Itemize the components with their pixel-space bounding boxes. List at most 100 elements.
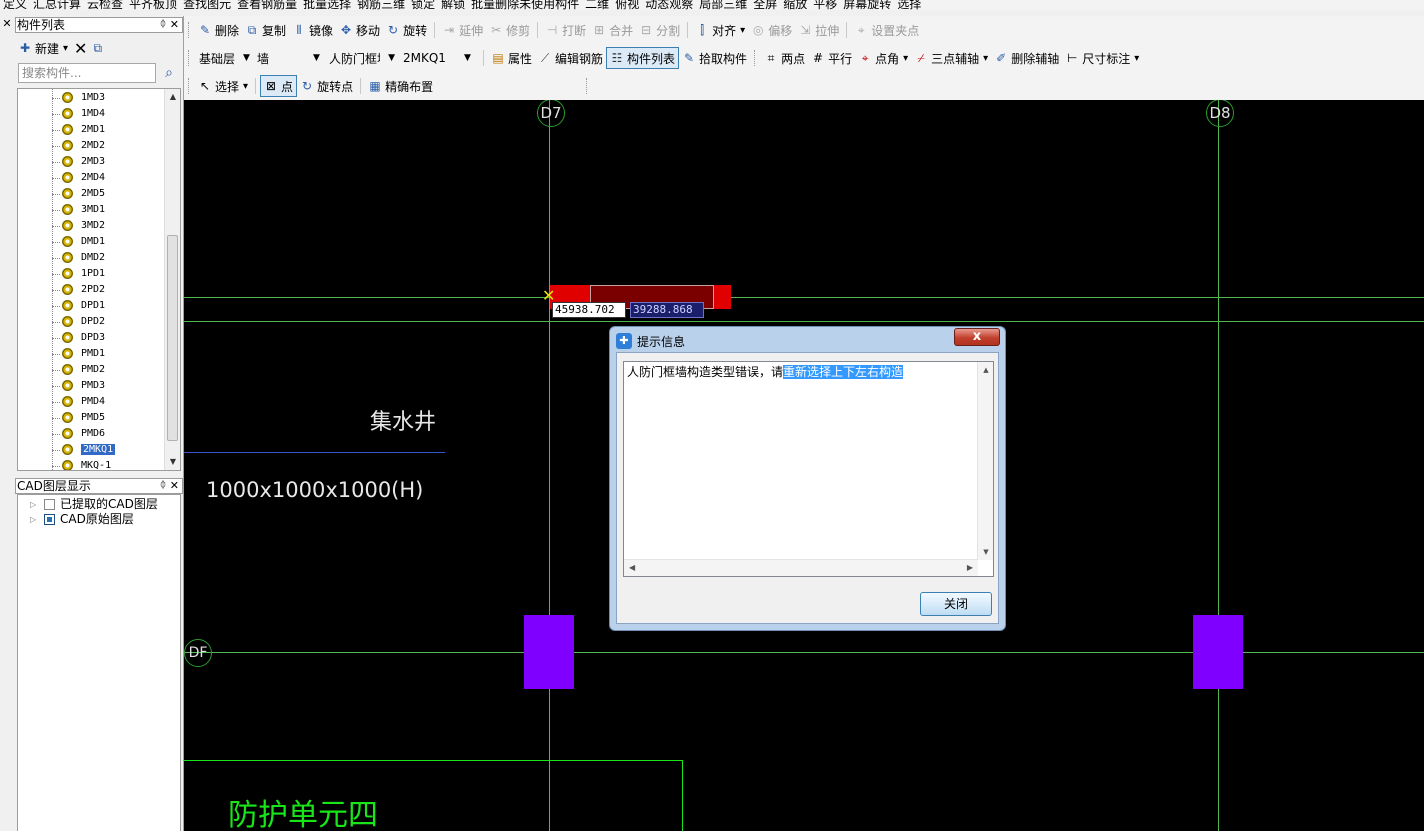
scroll-left-icon[interactable]: ◀ [629, 563, 635, 572]
scroll-up-icon[interactable]: ▲ [165, 89, 180, 105]
component-select[interactable]: 2MKQ1 ▼ [399, 48, 479, 68]
component-tree-item[interactable]: 2MD2 [18, 138, 166, 154]
floor-select[interactable]: 基础层 ▼ [195, 48, 253, 68]
close-button[interactable]: 关闭 [920, 592, 992, 616]
rotate-point-button[interactable]: ↻ 旋转点 [297, 75, 356, 97]
toolbar-button-extend[interactable]: ⇥ 延伸 [439, 19, 486, 41]
component-tree-item[interactable]: 2MKQ1 [18, 442, 166, 458]
vertical-scrollbar[interactable]: ▲ ▼ [164, 89, 180, 470]
toolbar-grip[interactable] [754, 50, 757, 66]
pin-icon[interactable]: ᛰ [160, 479, 166, 493]
parallel-axis-button[interactable]: # 平行 [808, 47, 855, 69]
component-tree-item[interactable]: PMD1 [18, 346, 166, 362]
top-toolbar-item[interactable]: 锁定 [408, 0, 438, 10]
toolbar-grip[interactable] [586, 78, 589, 94]
top-toolbar-item[interactable]: 俯视 [612, 0, 642, 10]
toolbar-button-rotate[interactable]: ↻ 旋转 [383, 19, 430, 41]
cad-layer-row[interactable]: ▷ CAD原始图层 [18, 512, 180, 527]
component-list-button[interactable]: ☷ 构件列表 [606, 47, 680, 69]
top-toolbar-item[interactable]: 定义 [0, 0, 30, 10]
toolbar-grip[interactable] [188, 50, 191, 66]
message-textarea[interactable]: 人防门框墙构造类型错误，请重新选择上下左右构造 ▲ ▼ ◀ ▶ [623, 361, 994, 577]
top-toolbar-item[interactable]: 平移 [810, 0, 840, 10]
property-button[interactable]: ▤ 属性 [488, 47, 535, 69]
search-icon[interactable]: ⌕ [160, 63, 178, 83]
component-tree-item[interactable]: 1MD3 [18, 90, 166, 106]
top-toolbar-item[interactable]: 平齐板顶 [126, 0, 180, 10]
close-icon[interactable]: ✕ [170, 479, 179, 493]
scroll-right-icon[interactable]: ▶ [967, 563, 973, 572]
component-tree-item[interactable]: PMD5 [18, 410, 166, 426]
dialog-titlebar[interactable]: ✚ 提示信息 [616, 330, 685, 352]
toolbar-button-grip-point[interactable]: ⌖ 设置夹点 [851, 19, 922, 41]
component-tree-item[interactable]: DMD2 [18, 250, 166, 266]
component-tree-item[interactable]: PMD3 [18, 378, 166, 394]
top-toolbar-item[interactable]: 查找图元 [180, 0, 234, 10]
component-tree-item[interactable]: DPD3 [18, 330, 166, 346]
top-toolbar-item[interactable]: 批量删除未使用构件 [468, 0, 582, 10]
copy-icon[interactable]: ⧉ [93, 41, 102, 56]
select-mode-button[interactable]: ↖ 选择 [195, 75, 251, 97]
precise-layout-button[interactable]: ▦ 精确布置 [365, 75, 436, 97]
component-tree-item[interactable]: 2MD3 [18, 154, 166, 170]
toolbar-button-merge[interactable]: ⊞ 合并 [589, 19, 636, 41]
type-select[interactable]: 墙 ▼ [253, 48, 325, 68]
top-toolbar-item[interactable]: 解锁 [438, 0, 468, 10]
pin-icon[interactable]: ᛰ [160, 18, 166, 32]
point-angle-axis-button[interactable]: ⌖ 点角 [855, 47, 911, 69]
top-toolbar-item[interactable]: 动态观察 [642, 0, 696, 10]
toolbar-button-mirror[interactable]: ⫴ 镜像 [289, 19, 336, 41]
component-tree-item[interactable]: DPD2 [18, 314, 166, 330]
two-point-axis-button[interactable]: ⌗ 两点 [761, 47, 808, 69]
component-search-input[interactable]: 搜索构件... [18, 63, 156, 83]
message-horizontal-scrollbar[interactable]: ◀ ▶ [624, 559, 978, 576]
toolbar-button-pencil[interactable]: ✎ 删除 [195, 19, 242, 41]
component-tree-item[interactable]: PMD6 [18, 426, 166, 442]
expand-icon[interactable]: ▷ [30, 497, 36, 512]
component-tree-item[interactable]: DPD1 [18, 298, 166, 314]
top-toolbar-item[interactable]: 钢筋三维 [354, 0, 408, 10]
top-toolbar-item[interactable]: 全屏 [750, 0, 780, 10]
expand-icon[interactable]: ▷ [30, 512, 36, 527]
top-toolbar-item[interactable]: 云检查 [84, 0, 126, 10]
delete-axis-button[interactable]: ✐ 删除辅轴 [991, 47, 1062, 69]
edit-rebar-button[interactable]: ⟋ 编辑钢筋 [535, 47, 606, 69]
close-icon[interactable]: ✕ [0, 18, 14, 32]
message-vertical-scrollbar[interactable]: ▲ ▼ [977, 362, 993, 560]
top-toolbar-item[interactable]: 选择 [894, 0, 924, 10]
toolbar-button-break[interactable]: ⊣ 打断 [542, 19, 589, 41]
top-toolbar-item[interactable]: 局部三维 [696, 0, 750, 10]
top-toolbar-item[interactable]: 查看钢筋量 [234, 0, 300, 10]
toolbar-button-offset[interactable]: ◎ 偏移 [748, 19, 795, 41]
component-tree-item[interactable]: DMD1 [18, 234, 166, 250]
top-toolbar-item[interactable]: 二维 [582, 0, 612, 10]
top-toolbar-item[interactable]: 缩放 [780, 0, 810, 10]
component-tree-item[interactable]: 1MD4 [18, 106, 166, 122]
delete-x-icon[interactable]: ✕ [74, 39, 87, 58]
scroll-down-icon[interactable]: ▼ [978, 548, 994, 556]
three-point-axis-button[interactable]: ⌿ 三点辅轴 [911, 47, 991, 69]
top-toolbar-item[interactable]: 汇总计算 [30, 0, 84, 10]
cad-layer-row[interactable]: ▷ 已提取的CAD图层 [18, 497, 180, 512]
top-toolbar-item[interactable]: 屏幕旋转 [840, 0, 894, 10]
toolbar-button-stretch[interactable]: ⇲ 拉伸 [795, 19, 842, 41]
subtype-select[interactable]: 人防门框墙 ▼ [325, 48, 399, 68]
component-tree-item[interactable]: 3MD2 [18, 218, 166, 234]
layer-checkbox[interactable] [44, 499, 55, 510]
component-tree-item[interactable]: PMD4 [18, 394, 166, 410]
coordinate-y-input[interactable]: 39288.868 [630, 302, 704, 318]
scroll-down-icon[interactable]: ▼ [165, 454, 180, 470]
scroll-thumb[interactable] [167, 235, 178, 441]
layer-checkbox[interactable] [44, 514, 55, 525]
dialog-close-x-button[interactable]: x [954, 328, 1000, 346]
toolbar-grip[interactable] [188, 78, 191, 94]
close-icon[interactable]: ✕ [170, 18, 179, 32]
toolbar-button-trim[interactable]: ✂ 修剪 [486, 19, 533, 41]
point-placement-button[interactable]: ⊠ 点 [260, 75, 298, 97]
component-tree-item[interactable]: 2PD2 [18, 282, 166, 298]
component-tree-item[interactable]: 1PD1 [18, 266, 166, 282]
toolbar-button-align[interactable]: ⫿ 对齐 [692, 19, 748, 41]
top-toolbar-item[interactable]: 批量选择 [300, 0, 354, 10]
component-tree-item[interactable]: 2MD1 [18, 122, 166, 138]
toolbar-button-move[interactable]: ✥ 移动 [336, 19, 383, 41]
